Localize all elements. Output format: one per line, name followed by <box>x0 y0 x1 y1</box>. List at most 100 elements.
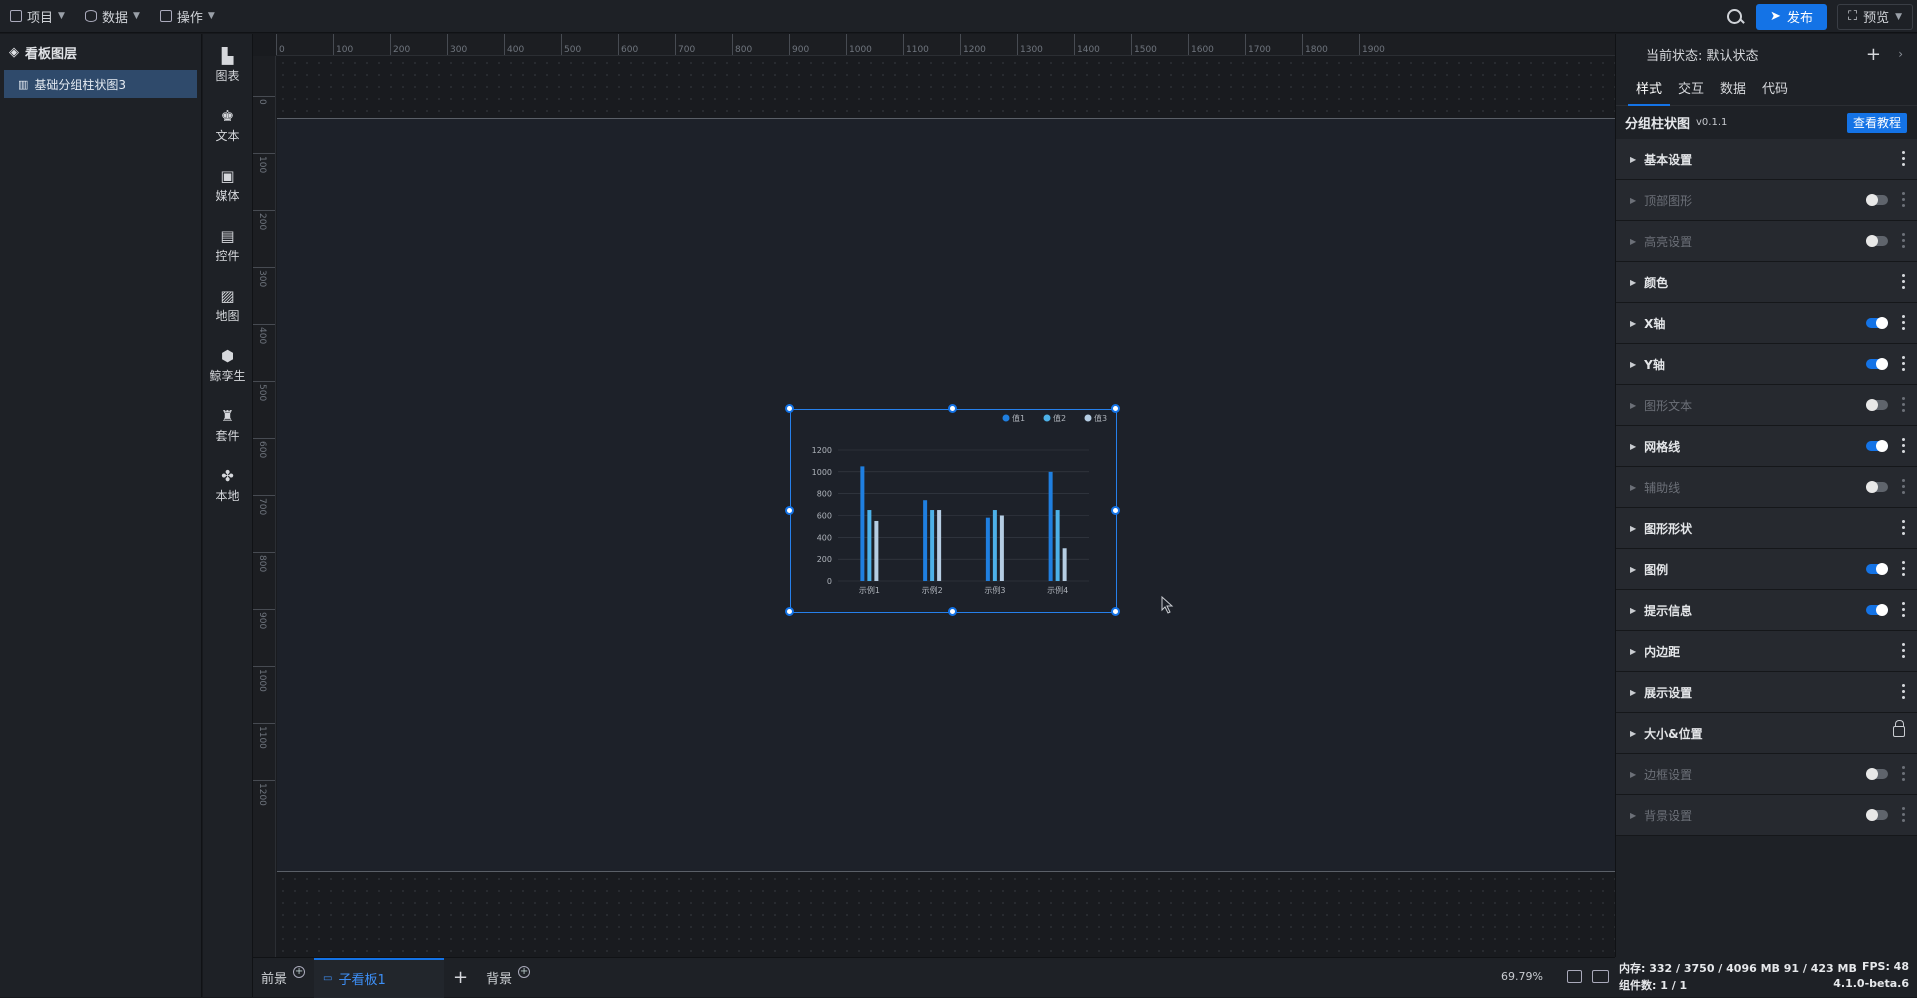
settings-section[interactable]: ▶ 辅助线 <box>1616 467 1917 508</box>
fit-screen-icon[interactable] <box>1567 970 1582 983</box>
more-vertical-icon[interactable] <box>1902 192 1905 207</box>
state-selector[interactable]: 当前状态: 默认状态 + › <box>1616 34 1917 74</box>
settings-section[interactable]: ▶ 大小&位置 <box>1616 713 1917 754</box>
resize-handle[interactable] <box>785 506 794 515</box>
settings-section[interactable]: ▶ 图形文本 <box>1616 385 1917 426</box>
settings-section-label: 背景设置 <box>1644 808 1693 823</box>
settings-section[interactable]: ▶ 颜色 <box>1616 262 1917 303</box>
more-vertical-icon[interactable] <box>1902 479 1905 494</box>
toggle-switch[interactable] <box>1866 440 1888 452</box>
resize-handle[interactable] <box>1111 506 1120 515</box>
more-vertical-icon[interactable] <box>1902 643 1905 658</box>
tool-media[interactable]: ▣ 媒体 <box>203 156 252 216</box>
resize-handle[interactable] <box>948 607 957 616</box>
menu-project[interactable]: 项目 ▼ <box>0 0 75 33</box>
lock-icon[interactable] <box>1893 720 1905 737</box>
toggle-switch[interactable] <box>1866 399 1888 411</box>
add-circle-icon[interactable]: + <box>518 965 531 978</box>
more-vertical-icon[interactable] <box>1902 602 1905 617</box>
tab-sub-board[interactable]: ▭ 子看板1 <box>314 957 445 998</box>
more-vertical-icon[interactable] <box>1902 356 1905 371</box>
toggle-switch[interactable] <box>1866 194 1888 206</box>
more-vertical-icon[interactable] <box>1902 397 1905 412</box>
more-vertical-icon[interactable] <box>1902 274 1905 289</box>
toggle-switch[interactable] <box>1866 481 1888 493</box>
more-vertical-icon[interactable] <box>1902 151 1905 166</box>
more-vertical-icon[interactable] <box>1902 766 1905 781</box>
menu-data[interactable]: 数据 ▼ <box>75 0 150 33</box>
more-vertical-icon[interactable] <box>1902 684 1905 699</box>
settings-section[interactable]: ▶ 边框设置 <box>1616 754 1917 795</box>
more-vertical-icon[interactable] <box>1902 520 1905 535</box>
toggle-switch[interactable] <box>1866 563 1888 575</box>
settings-section[interactable]: ▶ Y轴 <box>1616 344 1917 385</box>
more-vertical-icon[interactable] <box>1902 561 1905 576</box>
toggle-switch[interactable] <box>1866 235 1888 247</box>
tab-background[interactable]: 背景 + <box>477 958 539 998</box>
tab-code[interactable]: 代码 <box>1754 74 1796 106</box>
bar <box>1055 510 1060 581</box>
resize-handle[interactable] <box>785 607 794 616</box>
more-vertical-icon[interactable] <box>1902 233 1905 248</box>
toggle-switch[interactable] <box>1866 809 1888 821</box>
resize-handle[interactable] <box>948 404 957 413</box>
toggle-switch[interactable] <box>1866 604 1888 616</box>
tab-data[interactable]: 数据 <box>1712 74 1754 106</box>
settings-section[interactable]: ▶ 提示信息 <box>1616 590 1917 631</box>
preview-button[interactable]: ⛶ 预览 ▼ <box>1836 3 1913 30</box>
selected-chart-component[interactable]: 0 200 400 600 800 1000 1200 示例1 示例2 示例3 示例4 值1 值2 值3 <box>785 404 1120 616</box>
canvas-area[interactable]: 0 100 200 300 400 500 600 700 800 900 1000 1100 1200… <box>253 34 1615 957</box>
resize-handle[interactable] <box>1111 607 1120 616</box>
settings-section[interactable]: ▶ X轴 <box>1616 303 1917 344</box>
ruler-tick-label: 700 <box>257 498 267 516</box>
tool-kit[interactable]: ♜ 套件 <box>203 396 252 456</box>
properties-panel: 当前状态: 默认状态 + › 样式 交互 数据 代码 分组柱状图 v0.1.1 … <box>1615 34 1917 957</box>
menu-data-label: 数据 <box>101 10 128 26</box>
resize-handle[interactable] <box>1111 404 1120 413</box>
more-vertical-icon[interactable] <box>1902 438 1905 453</box>
tab-style[interactable]: 样式 <box>1628 74 1671 106</box>
toggle-switch[interactable] <box>1866 768 1888 780</box>
layer-item[interactable]: ▥ 基础分组柱状图3 <box>4 70 197 98</box>
add-circle-icon[interactable]: + <box>293 965 306 978</box>
tool-twin[interactable]: ⬢ 鲸孪生 <box>203 336 252 396</box>
ruler-tick-label: 400 <box>257 327 267 345</box>
tool-local[interactable]: ✤ 本地 <box>203 456 252 516</box>
settings-section[interactable]: ▶ 高亮设置 <box>1616 221 1917 262</box>
settings-section[interactable]: ▶ 图例 <box>1616 549 1917 590</box>
map-icon: ▨ <box>220 287 235 305</box>
menu-operation[interactable]: 操作 ▼ <box>150 0 225 33</box>
chevron-right-icon[interactable]: › <box>1898 47 1903 61</box>
ruler-tick: 900 <box>253 609 275 629</box>
tutorial-button[interactable]: 查看教程 <box>1846 113 1907 133</box>
keyboard-icon[interactable] <box>1592 970 1609 983</box>
dashboard-board[interactable]: 0 200 400 600 800 1000 1200 示例1 示例2 示例3 示例4 值1 值2 值3 <box>277 118 1615 872</box>
more-vertical-icon[interactable] <box>1902 315 1905 330</box>
tab-foreground[interactable]: 前景 + <box>253 958 314 998</box>
bar <box>937 510 942 581</box>
add-state-icon[interactable]: + <box>1866 44 1881 65</box>
search-icon[interactable] <box>1724 6 1746 28</box>
settings-section[interactable]: ▶ 背景设置 <box>1616 795 1917 836</box>
settings-sections: ▶ 基本设置 ▶ 顶部图形 ▶ 高亮设置 ▶ 颜色 ▶ X轴 ▶ Y轴 ▶ 图形文本 ▶ 网格线 ▶ 辅助线 ▶ 图形… <box>1616 139 1917 836</box>
bar <box>867 510 872 581</box>
tab-interaction[interactable]: 交互 <box>1670 74 1712 106</box>
resize-handle[interactable] <box>785 404 794 413</box>
chevron-down-icon: ▼ <box>1895 11 1902 22</box>
toggle-switch[interactable] <box>1866 358 1888 370</box>
settings-section[interactable]: ▶ 基本设置 <box>1616 139 1917 180</box>
tool-text[interactable]: ♚ 文本 <box>203 96 252 156</box>
more-vertical-icon[interactable] <box>1902 807 1905 822</box>
tool-map[interactable]: ▨ 地图 <box>203 276 252 336</box>
zoom-level[interactable]: 69.79% <box>1501 970 1543 983</box>
settings-section[interactable]: ▶ 内边距 <box>1616 631 1917 672</box>
add-board-button[interactable]: + <box>444 958 477 998</box>
settings-section[interactable]: ▶ 网格线 <box>1616 426 1917 467</box>
publish-button[interactable]: ➤ 发布 <box>1756 3 1827 30</box>
tool-chart[interactable]: ▙ 图表 <box>203 36 252 96</box>
toggle-switch[interactable] <box>1866 317 1888 329</box>
settings-section[interactable]: ▶ 顶部图形 <box>1616 180 1917 221</box>
settings-section[interactable]: ▶ 展示设置 <box>1616 672 1917 713</box>
settings-section[interactable]: ▶ 图形形状 <box>1616 508 1917 549</box>
tool-widget[interactable]: ▤ 控件 <box>203 216 252 276</box>
